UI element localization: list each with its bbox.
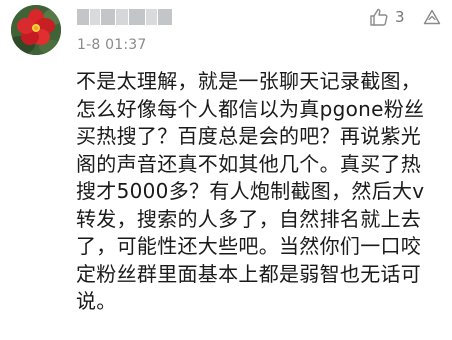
redacted-block <box>116 9 128 25</box>
more-triangle-icon <box>423 9 441 25</box>
comment-line: 怎么好像每个人都信以为真pgone粉丝 <box>76 96 425 121</box>
redacted-block <box>146 9 157 25</box>
redacted-block <box>158 9 172 25</box>
redacted-block <box>77 9 89 25</box>
redacted-block <box>101 9 115 25</box>
comment-card: 1-8 01:37 3 不是太理解，就是一张聊天记录截图， 怎么好像每个人都信以… <box>0 0 452 340</box>
comment-line: 了，可能性还大些吧。当然你们一口咬 <box>76 234 422 258</box>
like-count: 3 <box>395 8 405 26</box>
red-flower-avatar-image <box>11 5 61 55</box>
thumbs-up-icon <box>370 8 388 26</box>
comment-line: 阁的声音还真不如其他几个。真买了热 <box>76 151 422 176</box>
comment-body: 不是太理解，就是一张聊天记录截图， 怎么好像每个人都信以为真pgone粉丝 买热… <box>76 68 446 316</box>
redacted-block <box>129 9 145 25</box>
comment-line: 说。 <box>76 289 117 313</box>
comment-line: 搜才5000多？有人炮制截图，然后大v <box>76 179 425 203</box>
comment-line: 买热搜了？百度总是会的吧？再说紫光 <box>76 124 422 148</box>
like-button[interactable]: 3 <box>369 6 405 28</box>
avatar[interactable] <box>11 5 61 55</box>
comment-line: 转发，搜索的人多了，自然排名就上去 <box>76 206 422 231</box>
comment-line: 不是太理解，就是一张聊天记录截图， <box>76 69 422 93</box>
comment-line: 定粉丝群里面基本上都是弱智也无话可 <box>76 261 422 286</box>
comment-timestamp: 1-8 01:37 <box>77 37 147 53</box>
redacted-block <box>90 9 100 25</box>
more-options-button[interactable] <box>423 9 441 25</box>
username-redacted[interactable] <box>77 8 172 26</box>
